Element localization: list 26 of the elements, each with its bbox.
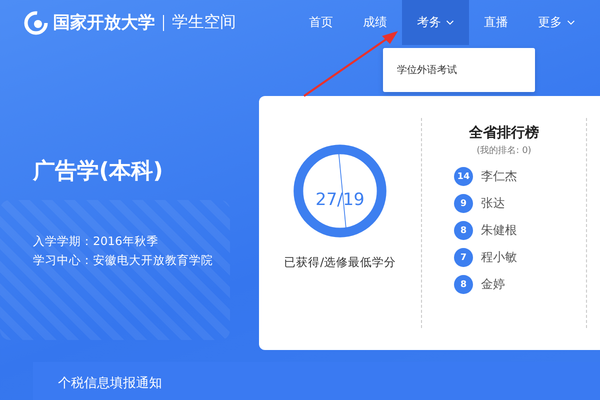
- nav-tab[interactable]: 直播: [469, 0, 523, 45]
- program-title: 广告学(本科): [33, 158, 164, 186]
- logo-icon: [24, 10, 48, 34]
- score-badge: 14: [454, 167, 473, 186]
- nav-tab[interactable]: 首页: [294, 0, 348, 45]
- nav-tab[interactable]: 更多: [523, 0, 590, 45]
- score-badge: 8: [454, 221, 473, 240]
- student-name: 张达: [481, 195, 505, 212]
- nav-tab[interactable]: 考务: [402, 0, 469, 45]
- logo-text: 国家开放大学: [53, 12, 155, 34]
- student-name: 金婷: [481, 276, 505, 293]
- score-badge: 8: [454, 275, 473, 294]
- student-name: 朱健根: [481, 222, 517, 239]
- notice-title[interactable]: 个税信息填报通知: [58, 374, 162, 400]
- ranking-subtitle: (我的排名: 0): [476, 144, 532, 157]
- score-badge: 9: [454, 194, 473, 213]
- site-name: 学生空间: [172, 12, 236, 33]
- menu-item[interactable]: 学位外语考试: [383, 63, 471, 77]
- student-name: 李仁杰: [481, 168, 517, 185]
- program-detail: 入学学期：2016年秋季: [33, 234, 160, 249]
- student-name: 程小敏: [481, 249, 517, 266]
- nav-tab[interactable]: 成绩: [348, 0, 402, 45]
- score-badge: 7: [454, 248, 473, 267]
- credit-caption: 已获得/选修最低学分: [284, 255, 396, 270]
- program-detail: 学习中心：安徽电大开放教育学院: [33, 253, 214, 268]
- ranking-title: 全省排行榜: [469, 124, 539, 142]
